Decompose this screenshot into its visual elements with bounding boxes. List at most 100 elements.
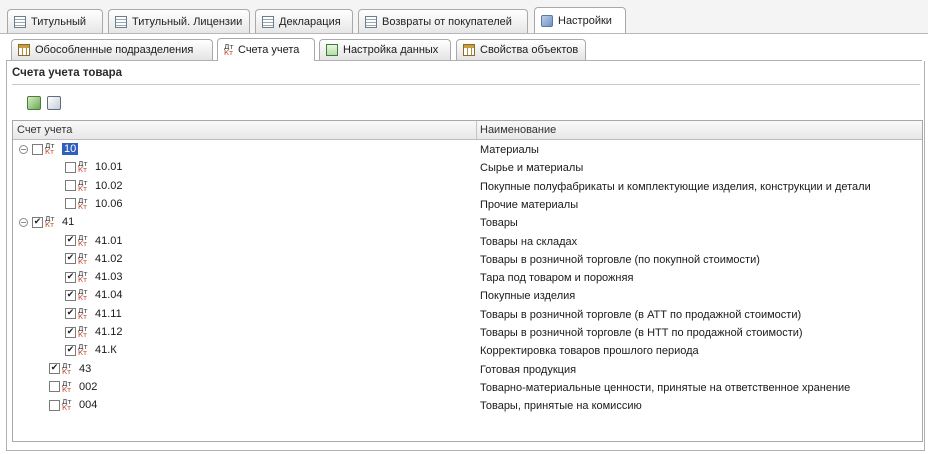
table-row[interactable]: Дт Кт 004 Товары, принятые на комиссию [13,397,922,415]
table-row[interactable]: ✔ Дт Кт 41.01 Товары на складах [13,233,922,251]
subtab-divisions[interactable]: Обособленные подразделения [11,39,213,60]
table-row[interactable]: Дт Кт 10.01 Сырье и материалы [13,159,922,177]
row-checkbox[interactable]: ✔ [65,253,76,265]
subtab-object-properties[interactable]: Свойства объектов [456,39,586,60]
collapse-toggle-icon[interactable]: − [19,217,28,227]
account-name: Покупные полуфабрикаты и комплектующие и… [480,180,871,193]
account-name: Товары на складах [480,235,578,248]
column-header-account[interactable]: Счет учета [17,124,72,136]
check-all-icon[interactable] [27,96,41,110]
account-cell: Дт Кт 10.02 [65,178,123,193]
table-row[interactable]: ✔ Дт Кт 41.02 Товары в розничной торговле (п… [13,251,922,269]
account-cell: ✔ Дт Кт 41.12 [65,325,123,339]
account-icon: Дт Кт [45,215,55,230]
data-settings-icon [326,44,338,56]
account-name: Товары в розничной торговле (в НТТ по пр… [480,327,803,339]
table-row[interactable]: ✔ Дт Кт 41.К Корректировка товаров прошлого … [13,342,922,360]
section-title: Счета учета товара [12,67,123,79]
account-icon: Дт Кт [62,379,72,394]
settings-icon [541,14,553,27]
account-icon: Дт Кт [78,178,88,193]
table-row[interactable]: ✔ Дт Кт 41.12 Товары в розничной торговле (в… [13,324,922,342]
table-row[interactable]: Дт Кт 002 Товарно-материальные ценности, пр… [13,379,922,397]
account-icon: Дт Кт [78,343,88,358]
row-checkbox[interactable]: ✔ [32,216,43,228]
account-icon: Дт Кт [62,398,72,413]
tab-returns[interactable]: Возвраты от покупателей [358,9,528,33]
account-cell: − ✔ Дт Кт 41 [19,215,75,230]
account-cell: ✔ Дт Кт 43 [49,362,91,375]
row-checkbox[interactable] [32,143,43,155]
row-checkbox[interactable]: ✔ [49,363,60,375]
table-row[interactable]: ✔ Дт Кт 41.03 Тара под товаром и порожняя [13,269,922,287]
row-checkbox[interactable] [65,198,76,210]
table-header: Счет учета Наименование [13,121,922,140]
account-code: 10.02 [95,179,123,192]
account-name: Покупные изделия [480,290,576,303]
account-name: Товары в розничной торговле (в АТТ по пр… [480,308,802,321]
table-row[interactable]: ✔ Дт Кт 41.04 Покупные изделия [13,287,922,305]
row-checkbox[interactable] [49,381,60,393]
subtab-data-settings[interactable]: Настройка данных [319,39,451,60]
row-checkbox[interactable]: ✔ [65,235,76,246]
account-name: Товары, принятые на комиссию [480,400,642,413]
table-row[interactable]: Дт Кт 10.02 Покупные полуфабрикаты и компле… [13,178,922,196]
table-icon [463,44,475,56]
subtab-label: Обособленные подразделения [35,44,194,56]
account-code: 41.04 [95,289,123,302]
account-cell: ✔ Дт Кт 41.03 [65,270,123,285]
account-code: 002 [79,380,98,393]
account-name: Материалы [480,144,539,156]
tab-label: Декларация [279,15,341,28]
account-cell: ✔ Дт Кт 41.02 [65,252,123,265]
table-row[interactable]: Дт Кт 10.06 Прочие материалы [13,196,922,214]
account-code: 10 [62,143,79,155]
subtab-label: Счета учета [238,44,300,56]
account-icon: Дт Кт [78,306,88,321]
tab-titulny[interactable]: Титульный [7,9,103,33]
account-code: 41.12 [95,326,123,338]
table-row[interactable]: ✔ Дт Кт 41.11 Товары в розничной торговле (в… [13,306,922,324]
tab-titulny-licenses[interactable]: Титульный. Лицензии [108,9,250,33]
account-code: 41.К [95,344,117,357]
row-checkbox[interactable]: ✔ [65,271,76,283]
account-code: 41.01 [95,234,123,247]
sub-tab-bar: Обособленные подразделения Дт Кт Счета уч… [6,36,928,61]
row-checkbox[interactable]: ✔ [65,344,76,356]
table-row[interactable]: ✔ Дт Кт 43 Готовая продукция [13,361,922,379]
account-icon: Дт Кт [78,233,88,248]
row-checkbox[interactable] [49,399,60,411]
column-header-name[interactable]: Наименование [480,124,556,136]
uncheck-all-icon[interactable] [47,96,61,110]
subtab-label: Свойства объектов [480,44,579,56]
row-checkbox[interactable] [65,180,76,192]
row-checkbox[interactable]: ✔ [65,326,76,338]
account-cell: Дт Кт 002 [49,379,98,394]
account-code: 10.01 [95,161,123,174]
account-code: 41 [62,216,75,229]
accounts-table: Счет учета Наименование − Дт Кт 10 Материалы… [12,120,923,442]
account-icon: Дт Кт [78,325,88,339]
table-row[interactable]: − ✔ Дт Кт 41 Товары [13,214,922,232]
account-cell: Дт Кт 10.06 [65,197,123,210]
account-name: Товары в розничной торговле (по покупной… [480,253,760,266]
account-icon: Дт Кт [45,142,55,156]
collapse-toggle-icon[interactable]: − [19,144,28,154]
account-icon: Дт Кт [78,270,88,285]
account-cell: Дт Кт 10.01 [65,161,123,174]
row-checkbox[interactable]: ✔ [65,289,76,301]
subtab-accounts[interactable]: Дт Кт Счета учета [217,38,315,61]
account-name: Готовая продукция [480,363,577,376]
tab-label: Настройки [558,14,612,27]
row-checkbox[interactable]: ✔ [65,308,76,320]
account-name: Прочие материалы [480,198,579,211]
account-cell: − Дт Кт 10 [19,142,79,156]
account-name: Тара под товаром и порожняя [480,272,634,285]
column-divider[interactable] [476,121,477,139]
row-checkbox[interactable] [65,161,76,173]
doc-icon [115,15,127,28]
tab-declaration[interactable]: Декларация [255,9,353,33]
table-row[interactable]: − Дт Кт 10 Материалы [13,141,922,159]
doc-icon [14,15,26,28]
tab-settings[interactable]: Настройки [534,7,626,33]
